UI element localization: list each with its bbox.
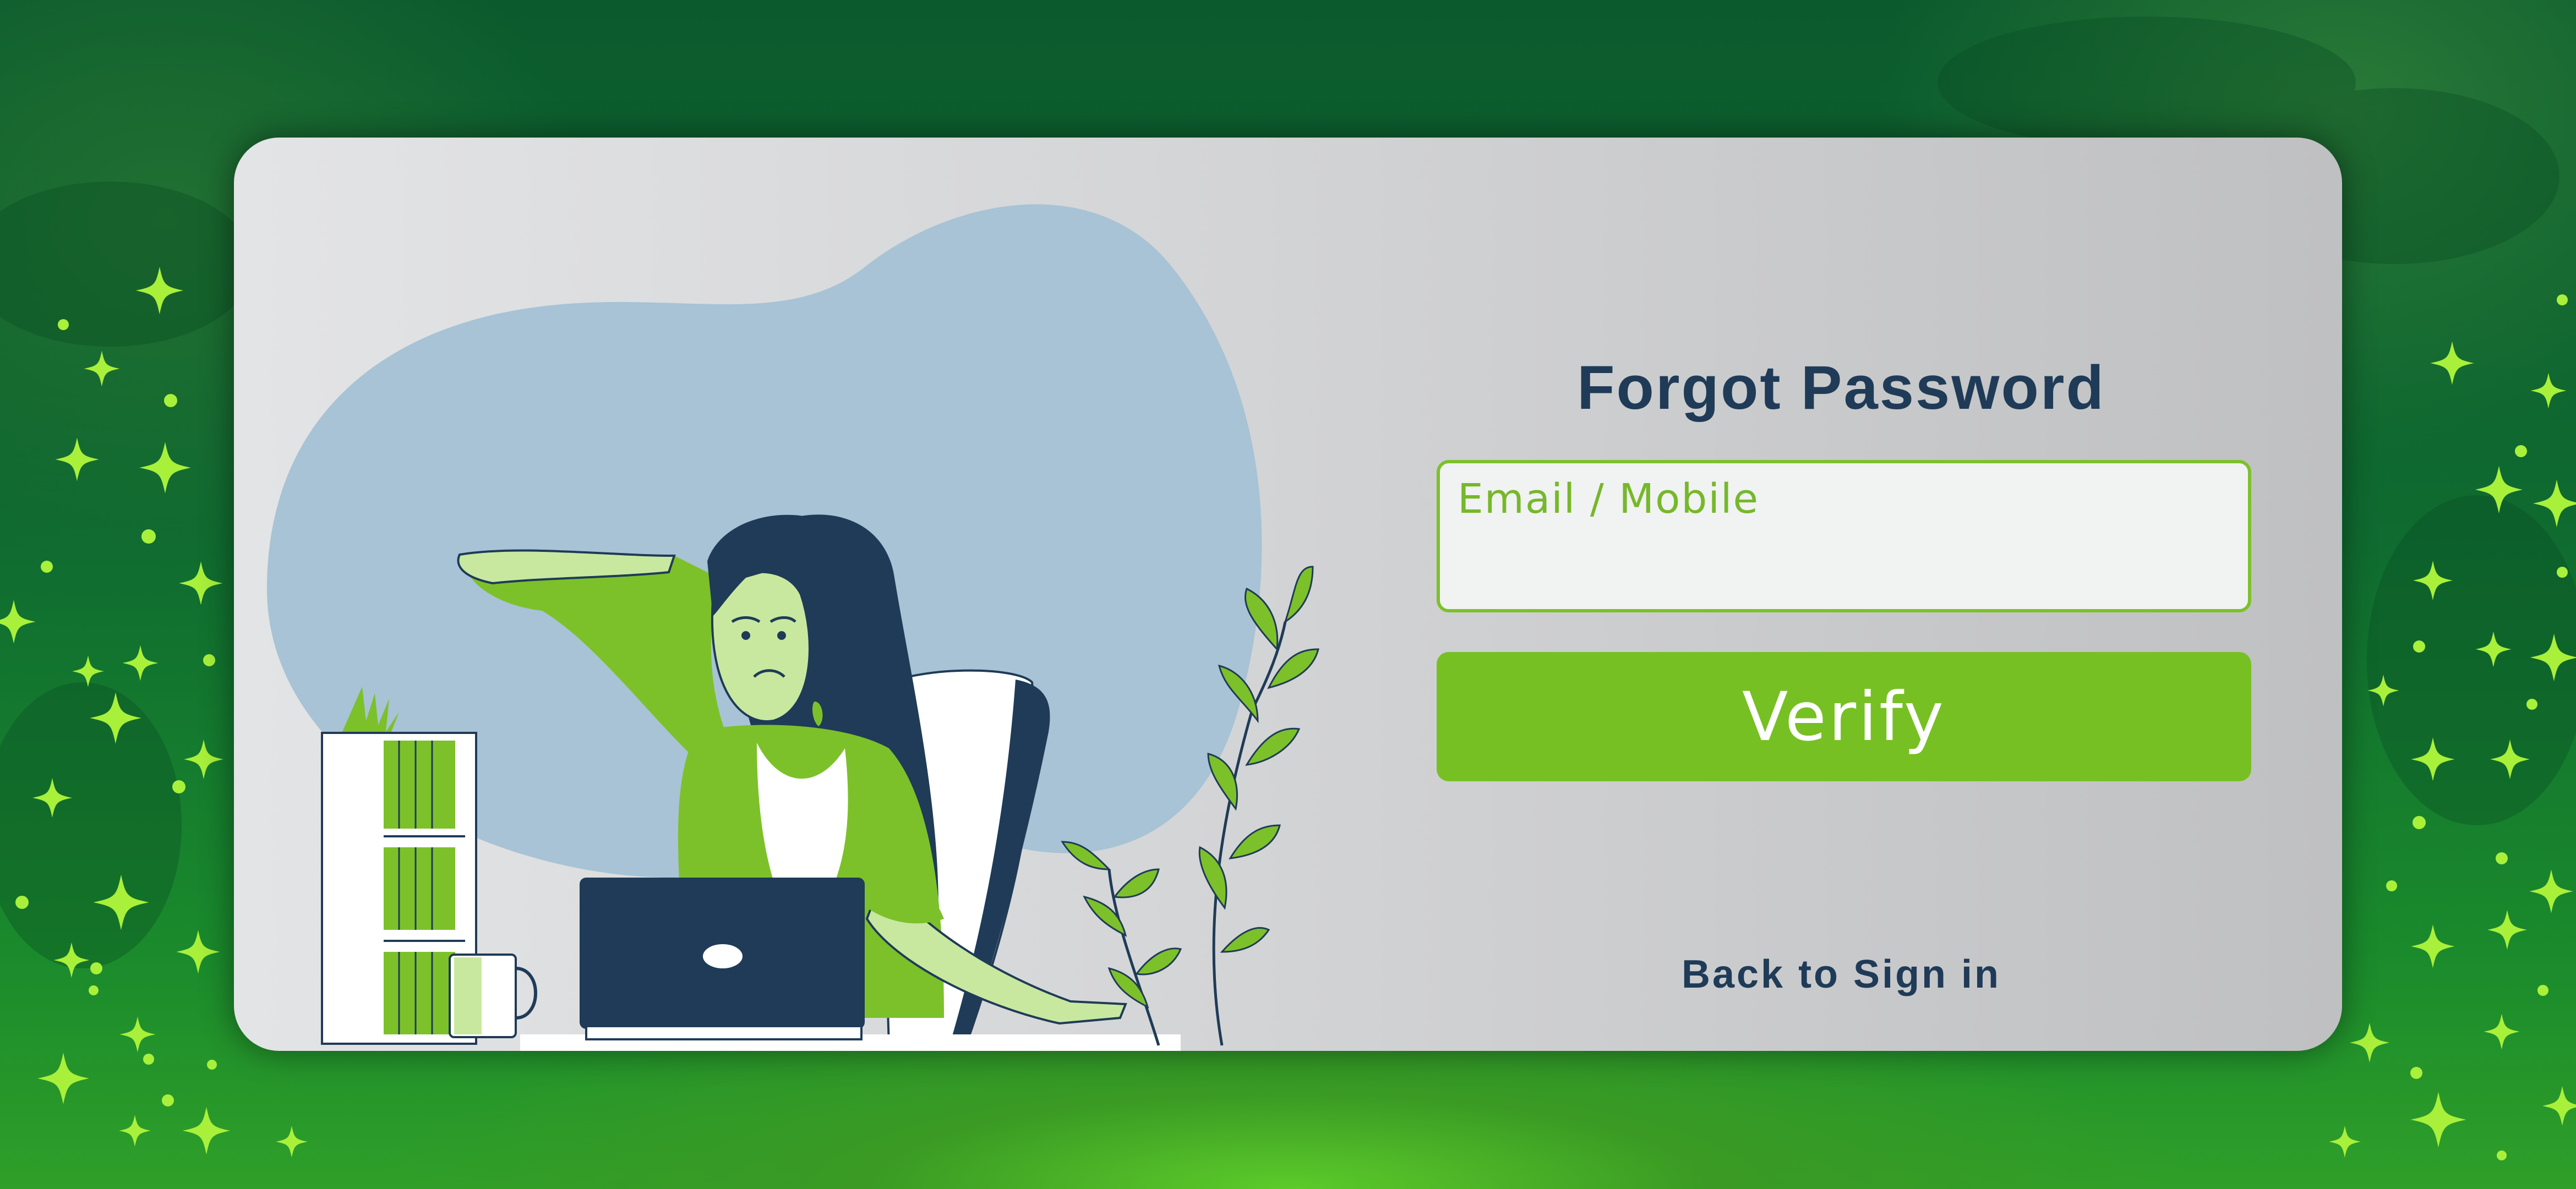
back-to-sign-in-link[interactable]: Back to Sign in [1428,952,2254,997]
page-title: Forgot Password [1577,353,2105,422]
stressed-woman-illustration [267,204,1319,1051]
mug-icon [449,954,537,1038]
verify-button[interactable]: Verify [1437,652,2251,781]
email-mobile-field[interactable]: Email / Mobile [1437,460,2251,612]
email-mobile-input[interactable] [1440,463,2248,609]
forgot-password-card: Forgot Password Email / Mobile Verify Ba… [234,138,2342,1051]
page-background: Forgot Password Email / Mobile Verify Ba… [0,0,2576,1189]
forgot-password-form: Forgot Password Email / Mobile Verify Ba… [1428,138,2254,1051]
laptop-icon [580,878,865,1040]
